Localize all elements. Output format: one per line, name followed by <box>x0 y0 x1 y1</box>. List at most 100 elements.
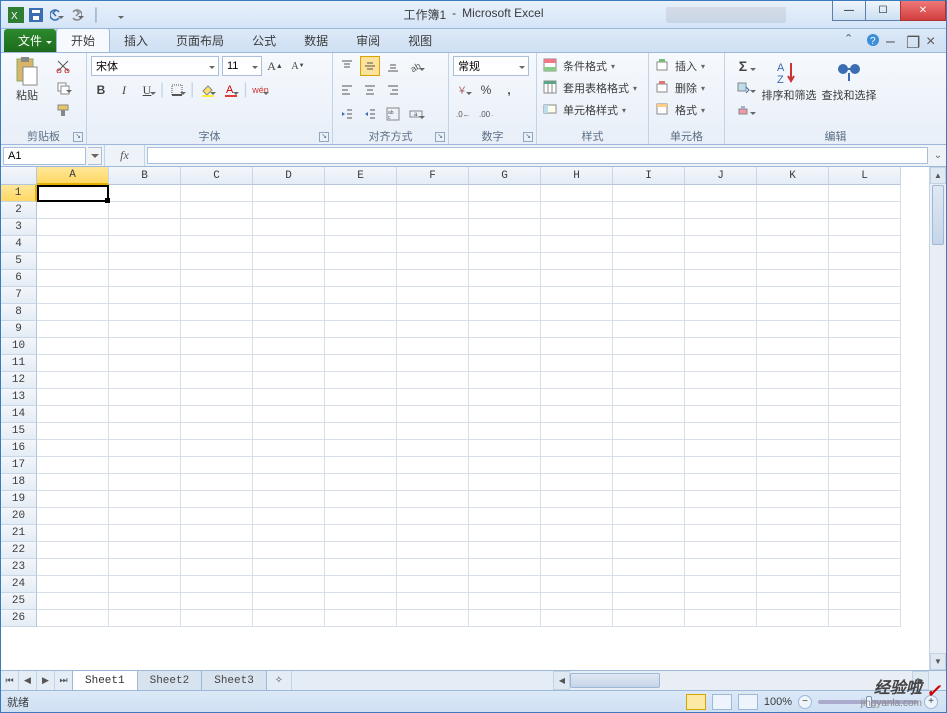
fx-icon[interactable]: fx <box>120 148 129 163</box>
cell[interactable] <box>181 338 253 355</box>
cell[interactable] <box>829 491 901 508</box>
cell[interactable] <box>685 593 757 610</box>
tab-page-layout[interactable]: 页面布局 <box>162 29 238 52</box>
cell[interactable] <box>829 270 901 287</box>
cell[interactable] <box>37 559 109 576</box>
cell[interactable] <box>469 423 541 440</box>
cell[interactable] <box>325 287 397 304</box>
cell[interactable] <box>37 236 109 253</box>
cell[interactable] <box>109 202 181 219</box>
cell[interactable] <box>37 491 109 508</box>
cell[interactable] <box>613 253 685 270</box>
cell[interactable] <box>253 236 325 253</box>
cell[interactable] <box>109 219 181 236</box>
cell[interactable] <box>685 542 757 559</box>
cell[interactable] <box>325 559 397 576</box>
sheet-tab[interactable]: Sheet2 <box>137 671 203 690</box>
cell[interactable] <box>181 219 253 236</box>
cell[interactable] <box>757 202 829 219</box>
cell[interactable] <box>613 508 685 525</box>
cell[interactable] <box>757 287 829 304</box>
cell[interactable] <box>37 304 109 321</box>
cell[interactable] <box>469 219 541 236</box>
workbook-minimize-icon[interactable]: – <box>886 33 900 47</box>
maximize-button[interactable]: ☐ <box>866 1 900 21</box>
cell[interactable] <box>181 185 253 202</box>
row-header[interactable]: 12 <box>1 372 37 389</box>
cell[interactable] <box>181 508 253 525</box>
cell[interactable] <box>109 338 181 355</box>
cell[interactable] <box>469 610 541 627</box>
cell[interactable] <box>829 202 901 219</box>
cell[interactable] <box>397 185 469 202</box>
cell[interactable] <box>397 321 469 338</box>
column-header[interactable]: K <box>757 167 829 185</box>
sheet-nav-first-icon[interactable]: ⏮ <box>1 671 19 690</box>
cell[interactable] <box>829 576 901 593</box>
redo-icon[interactable] <box>67 6 85 24</box>
cell[interactable] <box>685 423 757 440</box>
zoom-level[interactable]: 100% <box>764 696 792 708</box>
row-header[interactable]: 16 <box>1 440 37 457</box>
cell[interactable] <box>109 576 181 593</box>
cell[interactable] <box>685 457 757 474</box>
cell[interactable] <box>397 542 469 559</box>
cell[interactable] <box>469 389 541 406</box>
cell[interactable] <box>685 270 757 287</box>
cell[interactable] <box>613 338 685 355</box>
cell[interactable] <box>181 457 253 474</box>
cell[interactable] <box>613 389 685 406</box>
cell[interactable] <box>613 270 685 287</box>
cell[interactable] <box>613 236 685 253</box>
undo-icon[interactable] <box>47 6 65 24</box>
accounting-format-icon[interactable]: ￥ <box>453 80 473 100</box>
hscroll-thumb[interactable] <box>570 673 660 688</box>
cell[interactable] <box>109 525 181 542</box>
wrap-text-icon[interactable]: abc <box>383 104 403 124</box>
select-all-corner[interactable] <box>1 167 37 185</box>
cell[interactable] <box>253 372 325 389</box>
cell[interactable] <box>253 287 325 304</box>
cell[interactable] <box>541 508 613 525</box>
cell[interactable] <box>757 406 829 423</box>
cell[interactable] <box>325 593 397 610</box>
cell[interactable] <box>685 559 757 576</box>
cell[interactable] <box>541 372 613 389</box>
cell[interactable] <box>685 287 757 304</box>
name-box-dropdown[interactable] <box>88 147 102 165</box>
cell[interactable] <box>469 304 541 321</box>
cell[interactable] <box>541 236 613 253</box>
cell[interactable] <box>397 202 469 219</box>
cell[interactable] <box>469 593 541 610</box>
cell[interactable] <box>757 610 829 627</box>
format-cells-button[interactable]: 格式▾ <box>653 100 707 120</box>
number-dialog-launcher[interactable]: ↘ <box>523 132 533 142</box>
cell[interactable] <box>541 542 613 559</box>
cell[interactable] <box>829 406 901 423</box>
cell[interactable] <box>325 338 397 355</box>
cell[interactable] <box>613 287 685 304</box>
insert-cells-button[interactable]: 插入▾ <box>653 56 707 76</box>
cell[interactable] <box>37 542 109 559</box>
cell[interactable] <box>469 576 541 593</box>
row-header[interactable]: 21 <box>1 525 37 542</box>
cell[interactable] <box>37 372 109 389</box>
cell[interactable] <box>829 338 901 355</box>
cell[interactable] <box>109 423 181 440</box>
cell[interactable] <box>757 219 829 236</box>
cell[interactable] <box>325 372 397 389</box>
fill-color-button[interactable] <box>197 80 217 100</box>
cell[interactable] <box>541 338 613 355</box>
align-middle-icon[interactable] <box>360 56 380 76</box>
cell[interactable] <box>325 525 397 542</box>
name-box[interactable]: A1 <box>3 147 86 165</box>
cell[interactable] <box>37 525 109 542</box>
cell[interactable] <box>613 304 685 321</box>
cell[interactable] <box>685 185 757 202</box>
number-format-combo[interactable]: 常规 <box>453 56 529 76</box>
align-center-icon[interactable] <box>360 80 380 100</box>
minimize-button[interactable]: — <box>832 1 866 21</box>
underline-button[interactable]: U <box>137 80 157 100</box>
percent-format-icon[interactable]: % <box>476 80 496 100</box>
cell[interactable] <box>757 372 829 389</box>
